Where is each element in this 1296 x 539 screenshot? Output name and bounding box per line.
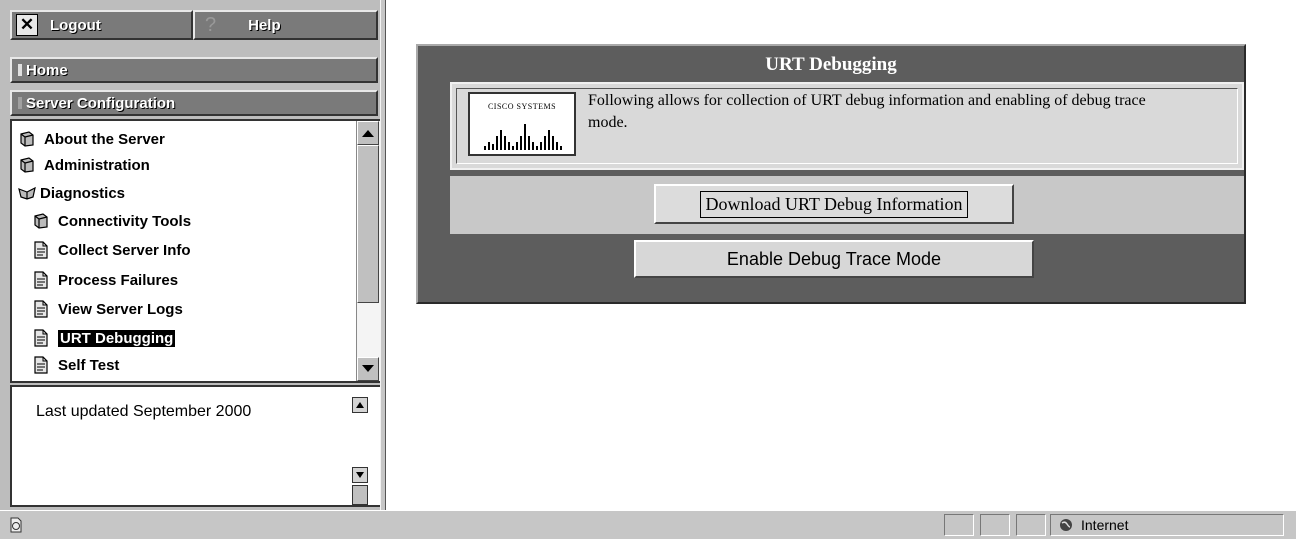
info-box: CISCO SYSTEMS Following allows for colle… [450,82,1244,170]
tree-item-label: Diagnostics [40,184,126,202]
scroll-thumb[interactable] [357,145,379,303]
tree-item-urt-debugging[interactable]: URT Debugging [32,326,176,350]
tree-item-diagnostics[interactable]: Diagnostics [18,181,125,205]
note-scroll-down-button[interactable] [352,467,368,483]
page-title: URT Debugging [765,54,897,75]
bar-marker-icon [18,97,22,109]
browser-status-bar: Internet [0,510,1296,539]
page-icon [32,271,50,289]
page-icon [32,300,50,318]
status-cell [980,514,1010,536]
tree-item-label: Connectivity Tools [58,212,192,230]
down-arrow-icon [362,365,374,372]
tree-item-administration[interactable]: Administration [18,153,150,177]
tree-item-label: Collect Server Info [58,241,191,259]
urt-debugging-panel: URT Debugging CISCO SYSTEMS Following al… [416,44,1246,304]
page-icon [32,241,50,259]
logout-label: Logout [50,16,101,34]
tree-item-self-test[interactable]: Self Test [32,353,119,377]
tree-scrollbar[interactable] [356,121,380,381]
tree-item-view-server-logs[interactable]: View Server Logs [32,297,183,321]
tree-item-connectivity-tools[interactable]: Connectivity Tools [32,209,191,233]
tree-item-label: View Server Logs [58,300,183,318]
tree-item-about-the-server[interactable]: About the Server [18,127,165,151]
logo-text: CISCO SYSTEMS [487,102,557,111]
question-mark-icon: ? [205,13,217,36]
tree-item-label: Process Failures [58,271,179,289]
frame-divider[interactable] [380,0,386,510]
home-nav-bar[interactable]: Home [10,57,378,83]
download-urt-debug-information-button[interactable]: Download URT Debug Information [654,184,1014,224]
globe-icon [1060,519,1072,531]
zone-label: Internet [1081,517,1129,533]
last-updated-text: Last updated September 2000 [36,403,252,420]
tree-item-label: Administration [44,156,150,174]
close-x-icon: ✕ [16,14,38,36]
status-cell [944,514,974,536]
status-cell [1016,514,1046,536]
book-open-icon [18,184,36,202]
book-closed-icon [18,130,36,148]
up-arrow-icon [362,130,374,137]
cisco-systems-logo: CISCO SYSTEMS [468,92,576,156]
help-label: Help [248,16,281,34]
download-button-label: Download URT Debug Information [700,190,968,218]
tree-item-label: URT Debugging [58,329,176,347]
tree-item-label: Self Test [58,356,120,374]
home-label: Home [26,61,68,79]
page-icon [32,356,50,374]
server-configuration-label: Server Configuration [26,94,176,112]
navigation-tree: About the Server Administration Diagnost… [10,119,382,383]
note-scrollbar[interactable] [352,397,370,507]
scroll-up-button[interactable] [357,121,379,145]
download-area: Download URT Debug Information [450,176,1244,234]
enable-debug-trace-mode-button[interactable]: Enable Debug Trace Mode [634,240,1034,278]
book-closed-icon [32,212,50,230]
down-arrow-icon [356,472,364,478]
page-icon [32,329,50,347]
up-arrow-icon [356,402,364,408]
server-configuration-nav-bar[interactable]: Server Configuration [10,90,378,116]
navigation-frame: ✕ Logout ? Help Home Server Configuratio… [0,0,383,510]
security-zone: Internet [1050,514,1284,536]
tree-item-label: About the Server [44,130,165,148]
help-button[interactable]: ? Help [193,10,378,40]
tree-item-process-failures[interactable]: Process Failures [32,268,178,292]
cisco-bars-icon [484,124,562,150]
logout-button[interactable]: ✕ Logout [10,10,193,40]
scroll-down-button[interactable] [357,357,379,381]
page-loaded-icon [10,517,22,533]
note-scroll-up-button[interactable] [352,397,368,413]
description-text: Following allows for collection of URT d… [588,92,1146,131]
note-scroll-thumb[interactable] [352,485,368,505]
update-note-panel: Last updated September 2000 [10,385,382,507]
book-closed-icon [18,156,36,174]
tree-item-collect-server-info[interactable]: Collect Server Info [32,238,191,262]
bar-marker-icon [18,64,22,76]
